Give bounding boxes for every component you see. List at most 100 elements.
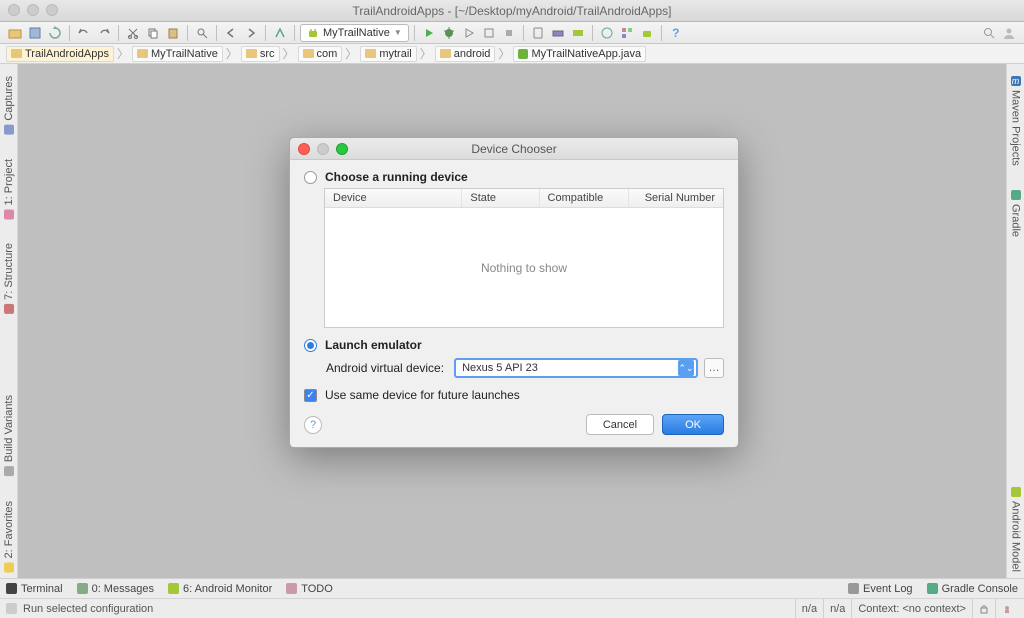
breadcrumb-item[interactable]: android <box>435 46 496 62</box>
java-file-icon <box>518 49 528 59</box>
status-icon[interactable] <box>6 603 17 614</box>
tab-event-log[interactable]: Event Log <box>848 583 913 595</box>
chevron-updown-icon: ⌃⌄ <box>678 360 694 376</box>
breadcrumb: TrailAndroidApps 〉 MyTrailNative 〉 src 〉… <box>0 44 1024 64</box>
dialog-title: Device Chooser <box>471 142 556 156</box>
dialog-minimize-icon <box>317 143 329 155</box>
breadcrumb-item[interactable]: mytrail <box>360 46 416 62</box>
stop-icon[interactable] <box>500 24 518 42</box>
tab-build-variants[interactable]: Build Variants <box>2 389 16 482</box>
find-icon[interactable] <box>193 24 211 42</box>
undo-icon[interactable] <box>75 24 93 42</box>
tab-favorites[interactable]: 2: Favorites <box>2 495 16 578</box>
open-icon[interactable] <box>6 24 24 42</box>
status-na1: n/a <box>795 599 823 618</box>
folder-icon <box>303 49 314 58</box>
same-device-checkbox[interactable]: ✓ <box>304 389 317 402</box>
forward-icon[interactable] <box>242 24 260 42</box>
redo-icon[interactable] <box>95 24 113 42</box>
col-state[interactable]: State <box>462 189 539 207</box>
running-device-table: Device State Compatible Serial Number No… <box>324 188 724 328</box>
tab-structure[interactable]: 7: Structure <box>2 237 16 320</box>
breadcrumb-item[interactable]: MyTrailNative <box>132 46 223 62</box>
build-variants-icon <box>4 467 14 477</box>
avd-manager-icon[interactable] <box>529 24 547 42</box>
table-empty-text: Nothing to show <box>325 208 723 327</box>
main-toolbar: MyTrailNative ▼ ? <box>0 22 1024 44</box>
gradle-sync-icon[interactable] <box>598 24 616 42</box>
ddms-icon[interactable] <box>569 24 587 42</box>
avd-label: Android virtual device: <box>326 361 444 375</box>
folder-icon <box>246 49 257 58</box>
sync-icon[interactable] <box>46 24 64 42</box>
window-title: TrailAndroidApps - [~/Desktop/myAndroid/… <box>353 4 672 18</box>
make-project-icon[interactable] <box>271 24 289 42</box>
window-maximize-icon[interactable] <box>46 4 58 16</box>
back-icon[interactable] <box>222 24 240 42</box>
radio-running-device-label: Choose a running device <box>325 170 468 184</box>
cut-icon[interactable] <box>124 24 142 42</box>
device-chooser-dialog: Device Chooser Choose a running device D… <box>289 137 739 448</box>
android-icon <box>168 583 179 594</box>
sdk-manager-icon[interactable] <box>549 24 567 42</box>
cancel-button[interactable]: Cancel <box>586 414 654 435</box>
chevron-right-icon: 〉 <box>420 45 432 62</box>
debug-icon[interactable] <box>440 24 458 42</box>
apply-changes-icon[interactable] <box>460 24 478 42</box>
messages-icon <box>77 583 88 594</box>
breadcrumb-item[interactable]: TrailAndroidApps <box>6 46 114 62</box>
tab-terminal[interactable]: Terminal <box>6 583 63 595</box>
breadcrumb-item[interactable]: MyTrailNativeApp.java <box>513 46 646 62</box>
col-serial[interactable]: Serial Number <box>629 189 723 207</box>
user-icon[interactable] <box>1000 24 1018 42</box>
status-context[interactable]: Context: <no context> <box>851 599 972 618</box>
gradle-icon <box>927 583 938 594</box>
tab-android-model[interactable]: Android Model <box>1009 481 1023 578</box>
run-config-label: MyTrailNative <box>323 27 390 39</box>
tab-project[interactable]: 1: Project <box>2 153 16 225</box>
paste-icon[interactable] <box>164 24 182 42</box>
dialog-maximize-icon[interactable] <box>336 143 348 155</box>
tab-messages[interactable]: 0: Messages <box>77 583 154 595</box>
event-log-icon <box>848 583 859 594</box>
tab-gradle-console[interactable]: Gradle Console <box>927 583 1018 595</box>
run-configuration-dropdown[interactable]: MyTrailNative ▼ <box>300 24 409 42</box>
breadcrumb-item[interactable]: com <box>298 46 343 62</box>
breadcrumb-item[interactable]: src <box>241 46 280 62</box>
ok-button[interactable]: OK <box>662 414 724 435</box>
status-hector-icon[interactable] <box>995 599 1018 618</box>
right-tool-tabs: mMaven Projects Gradle Android Model <box>1006 64 1024 578</box>
col-device[interactable]: Device <box>325 189 462 207</box>
dialog-help-button[interactable]: ? <box>304 416 322 434</box>
dialog-close-icon[interactable] <box>298 143 310 155</box>
avd-browse-button[interactable]: … <box>704 358 724 378</box>
col-compatible[interactable]: Compatible <box>540 189 629 207</box>
folder-icon <box>11 49 22 58</box>
tab-android-monitor[interactable]: 6: Android Monitor <box>168 583 272 595</box>
project-structure-icon[interactable] <box>618 24 636 42</box>
attach-debugger-icon[interactable] <box>480 24 498 42</box>
search-everywhere-icon[interactable] <box>980 24 998 42</box>
folder-icon <box>365 49 376 58</box>
dialog-titlebar: Device Chooser <box>290 138 738 160</box>
project-icon <box>4 209 14 219</box>
tab-gradle[interactable]: Gradle <box>1009 184 1023 243</box>
captures-icon <box>4 125 14 135</box>
copy-icon[interactable] <box>144 24 162 42</box>
run-icon[interactable] <box>420 24 438 42</box>
chevron-down-icon: ▼ <box>394 28 402 37</box>
radio-launch-emulator[interactable] <box>304 339 317 352</box>
window-minimize-icon[interactable] <box>27 4 39 16</box>
tab-todo[interactable]: TODO <box>286 583 333 595</box>
save-icon[interactable] <box>26 24 44 42</box>
radio-running-device[interactable] <box>304 171 317 184</box>
window-traffic-lights <box>8 4 58 16</box>
tab-maven[interactable]: mMaven Projects <box>1009 70 1023 172</box>
help-icon[interactable]: ? <box>667 24 685 42</box>
window-titlebar: TrailAndroidApps - [~/Desktop/myAndroid/… <box>0 0 1024 22</box>
status-lock-icon[interactable] <box>972 599 995 618</box>
android-logo-icon[interactable] <box>638 24 656 42</box>
window-close-icon[interactable] <box>8 4 20 16</box>
tab-captures[interactable]: Captures <box>2 70 16 141</box>
avd-select[interactable]: Nexus 5 API 23 ⌃⌄ <box>454 358 698 378</box>
